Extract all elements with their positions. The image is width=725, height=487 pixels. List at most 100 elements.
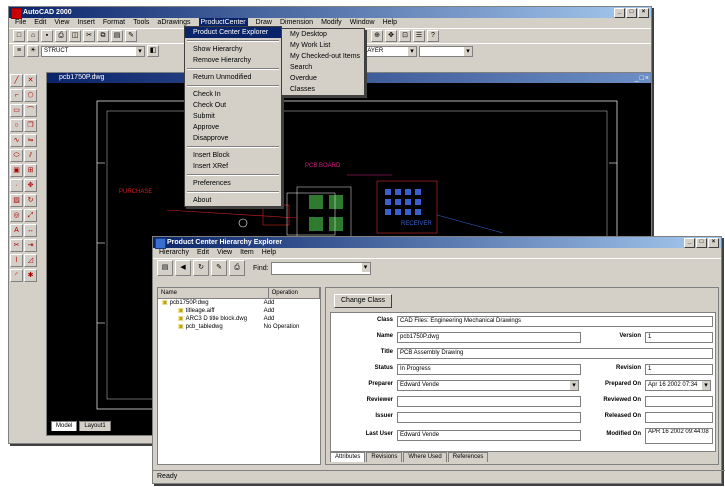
menu-modify[interactable]: Modify — [321, 18, 342, 28]
tree-row[interactable]: ▣ titleage.aiff Add — [158, 307, 320, 315]
menu-item-remove-hierarchy[interactable]: Remove Hierarchy — [185, 55, 281, 66]
drawing-close-icon[interactable]: × — [645, 74, 649, 84]
revision-field[interactable]: 1 — [645, 364, 713, 375]
explode-icon[interactable]: ✱ — [24, 269, 37, 282]
rectangle-icon[interactable]: ▭ — [10, 104, 23, 117]
preparer-field[interactable]: Edward Vende — [397, 380, 579, 391]
tab-layout1[interactable]: Layout1 — [79, 421, 111, 431]
tab-model[interactable]: Model — [51, 421, 78, 431]
menu-item-return-unmodified[interactable]: Return Unmodified — [185, 72, 281, 83]
menu-item-insert-xref[interactable]: Insert XRef — [185, 161, 281, 172]
properties-icon[interactable]: ☰ — [413, 30, 425, 42]
prepared-on-field[interactable]: Apr 16 2002 07:34 — [645, 380, 711, 391]
ellipse-icon[interactable]: ⬭ — [10, 149, 23, 162]
zoom-window-icon[interactable]: ⊡ — [399, 30, 411, 42]
menu-edit[interactable]: Edit — [197, 248, 209, 258]
submenu-overdue[interactable]: Overdue — [282, 73, 364, 84]
edit-icon[interactable]: ✎ — [211, 260, 227, 276]
menu-item-explorer[interactable]: Product Center Explorer — [185, 27, 281, 38]
hatch-icon[interactable]: ▨ — [10, 194, 23, 207]
menu-item-approve[interactable]: Approve — [185, 122, 281, 133]
drawing-maximize-icon[interactable]: □ — [640, 74, 644, 84]
name-field[interactable]: pcb1750P.dwg — [397, 332, 581, 343]
cut-icon[interactable]: ✂ — [83, 30, 95, 42]
explorer-minimize-icon[interactable]: _ — [684, 238, 695, 248]
copy-object-icon[interactable]: ❐ — [24, 119, 37, 132]
menu-edit[interactable]: Edit — [34, 18, 46, 28]
menu-item-show-hierarchy[interactable]: Show Hierarchy — [185, 44, 281, 55]
modified-on-field[interactable]: APR 16 2002 09:44:08 — [645, 428, 713, 444]
help-icon[interactable]: ? — [427, 30, 439, 42]
menu-item-check-out[interactable]: Check Out — [185, 100, 281, 111]
break-icon[interactable]: ⌇ — [10, 254, 23, 267]
layer-combo[interactable]: STRUCT — [41, 45, 145, 57]
menu-item-preferences[interactable]: Preferences — [185, 178, 281, 189]
menu-dimension[interactable]: Dimension — [280, 18, 313, 28]
pan-icon[interactable]: ✥ — [385, 30, 397, 42]
block-icon[interactable]: ▣ — [10, 164, 23, 177]
menu-view[interactable]: View — [54, 18, 69, 28]
issuer-field[interactable] — [397, 412, 581, 423]
maximize-icon[interactable]: □ — [626, 8, 637, 18]
rotate-icon[interactable]: ↻ — [24, 194, 37, 207]
menu-insert[interactable]: Insert — [77, 18, 95, 28]
back-icon[interactable]: ◀ — [175, 260, 191, 276]
close-icon[interactable]: × — [638, 8, 649, 18]
submenu-my-work-list[interactable]: My Work List — [282, 40, 364, 51]
layers-icon[interactable]: ≡ — [13, 45, 25, 57]
change-class-button[interactable]: Change Class — [334, 294, 392, 308]
mtext-icon[interactable]: A — [10, 224, 23, 237]
tab-where-used[interactable]: Where Used — [403, 452, 447, 462]
tree-row[interactable]: ▣ ARC3 D title block.dwg Add — [158, 315, 320, 323]
menu-help[interactable]: Help — [383, 18, 397, 28]
trim-icon[interactable]: ✂ — [10, 239, 23, 252]
polygon-icon[interactable]: ⬡ — [24, 89, 37, 102]
title-field[interactable]: PCB Assembly Drawing — [397, 348, 713, 359]
paste-icon[interactable]: ▤ — [111, 30, 123, 42]
mirror-icon[interactable]: ⇋ — [24, 134, 37, 147]
point-icon[interactable]: · — [10, 179, 23, 192]
menu-view[interactable]: View — [217, 248, 232, 258]
fillet-icon[interactable]: ◜ — [10, 269, 23, 282]
print-icon[interactable]: ⎙ — [55, 30, 67, 42]
refresh-icon[interactable]: ↻ — [193, 260, 209, 276]
tree-row[interactable]: ▣ pcb_tabledwg No Operation — [158, 323, 320, 331]
col-operation[interactable]: Operation — [269, 288, 320, 298]
extend-icon[interactable]: ⇥ — [24, 239, 37, 252]
cad-titlebar[interactable]: AutoCAD 2000 _ □ × — [9, 7, 651, 19]
lineweight-combo[interactable] — [419, 45, 473, 57]
scale-icon[interactable]: ⤢ — [24, 209, 37, 222]
find-combo[interactable] — [270, 261, 371, 275]
circle-icon[interactable]: ○ — [10, 119, 23, 132]
tab-attributes[interactable]: Attributes — [330, 452, 366, 462]
folder-icon[interactable]: ▤ — [157, 260, 173, 276]
arc-icon[interactable]: ⌒ — [24, 104, 37, 117]
zoom-icon[interactable]: ⊕ — [371, 30, 383, 42]
reviewer-field[interactable] — [397, 396, 581, 407]
region-icon[interactable]: ◎ — [10, 209, 23, 222]
reviewed-on-field[interactable] — [645, 396, 713, 407]
released-on-field[interactable] — [645, 412, 713, 423]
class-field[interactable]: CAD Files: Engineering Mechanical Drawin… — [397, 316, 713, 327]
menu-item[interactable]: Item — [240, 248, 254, 258]
menu-item-check-in[interactable]: Check In — [185, 89, 281, 100]
menu-item-about[interactable]: About — [185, 195, 281, 206]
offset-icon[interactable]: ⫽ — [24, 149, 37, 162]
menu-hierarchy[interactable]: Hierarchy — [159, 248, 189, 258]
make-current-icon[interactable]: ◧ — [147, 45, 159, 57]
submenu-search[interactable]: Search — [282, 62, 364, 73]
submenu-classes[interactable]: Classes — [282, 84, 364, 95]
drawing-minimize-icon[interactable]: _ — [635, 74, 639, 84]
status-field[interactable]: In Progress — [397, 364, 581, 375]
open-icon[interactable]: ⌂ — [27, 30, 39, 42]
menu-item-insert-block[interactable]: Insert Block — [185, 150, 281, 161]
menu-help[interactable]: Help — [262, 248, 276, 258]
polyline-icon[interactable]: ⌐ — [10, 89, 23, 102]
save-icon[interactable]: ▪ — [41, 30, 53, 42]
minimize-icon[interactable]: _ — [614, 8, 625, 18]
submenu-checked-out[interactable]: My Checked-out Items — [282, 51, 364, 62]
version-field[interactable]: 1 — [645, 332, 713, 343]
layer-state-icon[interactable]: ☀ — [27, 45, 39, 57]
array-icon[interactable]: ⊞ — [24, 164, 37, 177]
preview-icon[interactable]: ◫ — [69, 30, 81, 42]
